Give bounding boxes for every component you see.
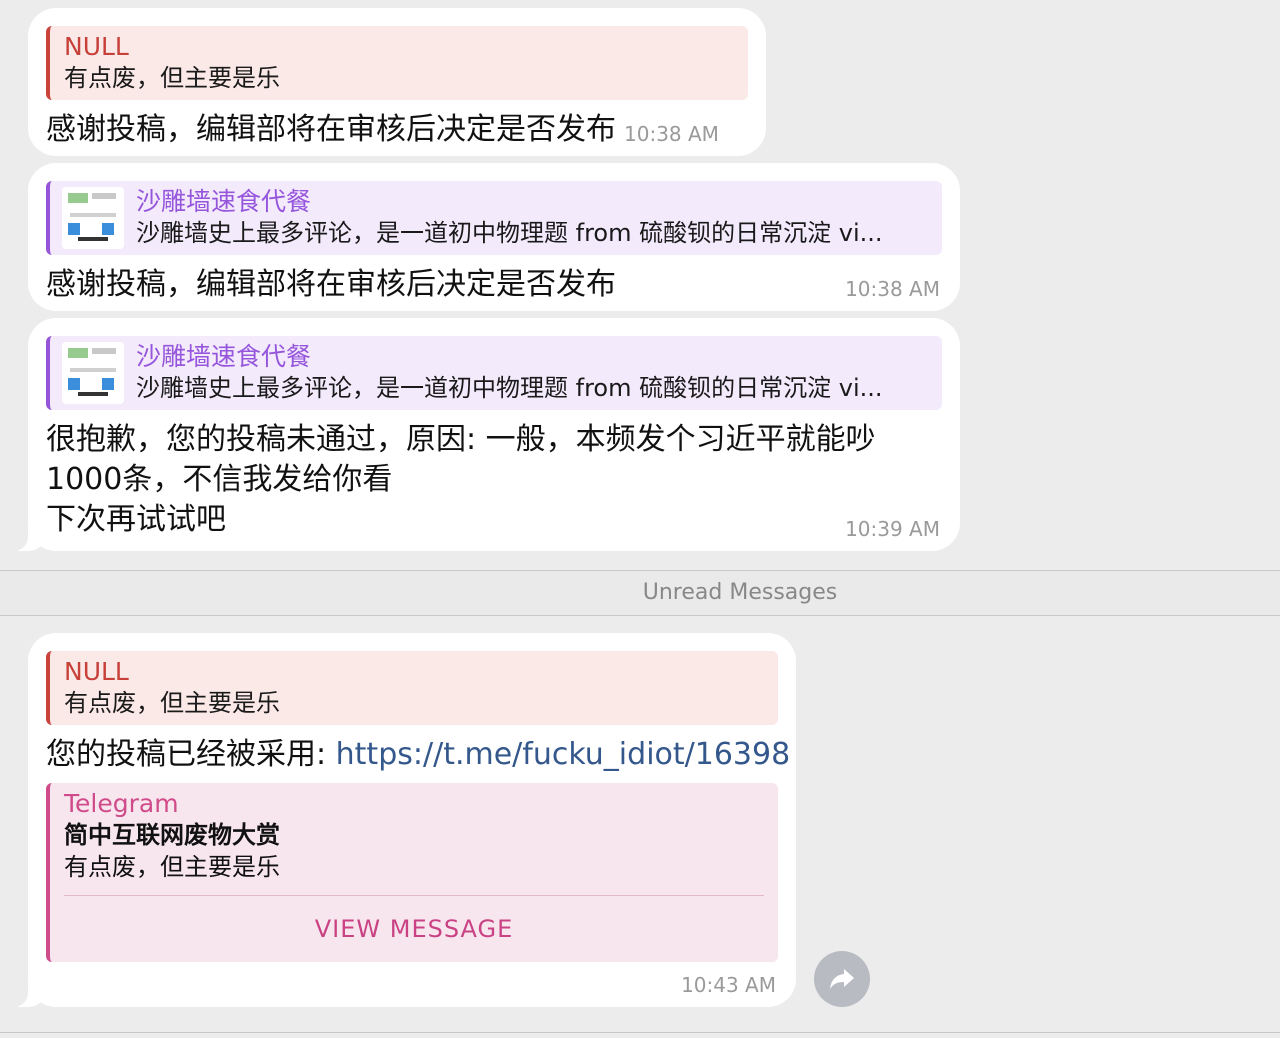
message-time: 10:39 AM: [845, 517, 940, 541]
link-preview[interactable]: Telegram 简中互联网废物大赏 有点废，但主要是乐 VIEW MESSAG…: [46, 783, 778, 962]
share-forward-icon: [830, 969, 854, 989]
message-bubble[interactable]: NULL 有点废，但主要是乐 感谢投稿，编辑部将在审核后决定是否发布 10:38 …: [28, 8, 766, 156]
bottom-divider: [0, 1032, 1280, 1033]
message-line: 很抱歉，您的投稿未通过，原因: 一般，本频发个习近平就能吵: [46, 422, 876, 457]
reply-snippet: 有点废，但主要是乐: [64, 689, 280, 717]
reply-sender: NULL: [64, 657, 129, 686]
reply-sender: 沙雕墙速食代餐: [136, 342, 312, 371]
reply-thumbnail: [62, 342, 124, 404]
preview-title: 简中互联网废物大赏: [64, 821, 280, 849]
message-time: 10:38 AM: [845, 277, 940, 301]
reply-snippet: 沙雕墙史上最多评论，是一道初中物理题 from 硫酸钡的日常沉淀 vi...: [136, 374, 883, 402]
unread-label: Unread Messages: [642, 580, 838, 605]
message-text: 感谢投稿，编辑部将在审核后决定是否发布: [46, 267, 616, 302]
message-bubble[interactable]: 沙雕墙速食代餐 沙雕墙史上最多评论，是一道初中物理题 from 硫酸钡的日常沉淀…: [4, 318, 960, 551]
share-button[interactable]: [814, 951, 870, 1007]
message-text: 很抱歉，您的投稿未通过，原因: 一般，本频发个习近平就能吵 1000条，不信我发…: [46, 420, 942, 540]
unread-divider: Unread Messages: [0, 570, 1280, 616]
message-line: 下次再试试吧: [46, 502, 226, 537]
message-body: 感谢投稿，编辑部将在审核后决定是否发布: [46, 112, 616, 147]
message-time: 10:43 AM: [681, 973, 776, 997]
message-text: 感谢投稿，编辑部将在审核后决定是否发布 10:38 AM: [46, 110, 748, 154]
reply-sender: NULL: [64, 32, 129, 61]
reply-sender: 沙雕墙速食代餐: [136, 187, 312, 216]
reply-thumbnail: [62, 187, 124, 249]
reply-quote[interactable]: 沙雕墙速食代餐 沙雕墙史上最多评论，是一道初中物理题 from 硫酸钡的日常沉淀…: [46, 181, 942, 255]
view-message-button[interactable]: VIEW MESSAGE: [64, 896, 764, 962]
message-time: 10:38 AM: [624, 122, 719, 146]
message-text: 您的投稿已经被采用: https://t.me/fucku_idiot/1639…: [46, 735, 790, 775]
message-bubble[interactable]: 沙雕墙速食代餐 沙雕墙史上最多评论，是一道初中物理题 from 硫酸钡的日常沉淀…: [28, 163, 960, 311]
reply-snippet: 沙雕墙史上最多评论，是一道初中物理题 from 硫酸钡的日常沉淀 vi...: [136, 219, 883, 247]
reply-quote[interactable]: 沙雕墙速食代餐 沙雕墙史上最多评论，是一道初中物理题 from 硫酸钡的日常沉淀…: [46, 336, 942, 410]
preview-description: 有点废，但主要是乐: [64, 853, 280, 881]
chat-history: NULL 有点废，但主要是乐 感谢投稿，编辑部将在审核后决定是否发布 10:38 …: [0, 0, 1280, 1038]
reply-snippet: 有点废，但主要是乐: [64, 64, 280, 92]
message-bubble[interactable]: NULL 有点废，但主要是乐 您的投稿已经被采用: https://t.me/f…: [4, 633, 796, 1007]
preview-site: Telegram: [64, 789, 179, 818]
message-line: 1000条，不信我发给你看: [46, 462, 393, 497]
reply-quote[interactable]: NULL 有点废，但主要是乐: [46, 651, 778, 725]
reply-quote[interactable]: NULL 有点废，但主要是乐: [46, 26, 748, 100]
message-link[interactable]: https://t.me/fucku_idiot/16398: [336, 737, 791, 772]
message-body: 您的投稿已经被采用:: [46, 737, 336, 772]
